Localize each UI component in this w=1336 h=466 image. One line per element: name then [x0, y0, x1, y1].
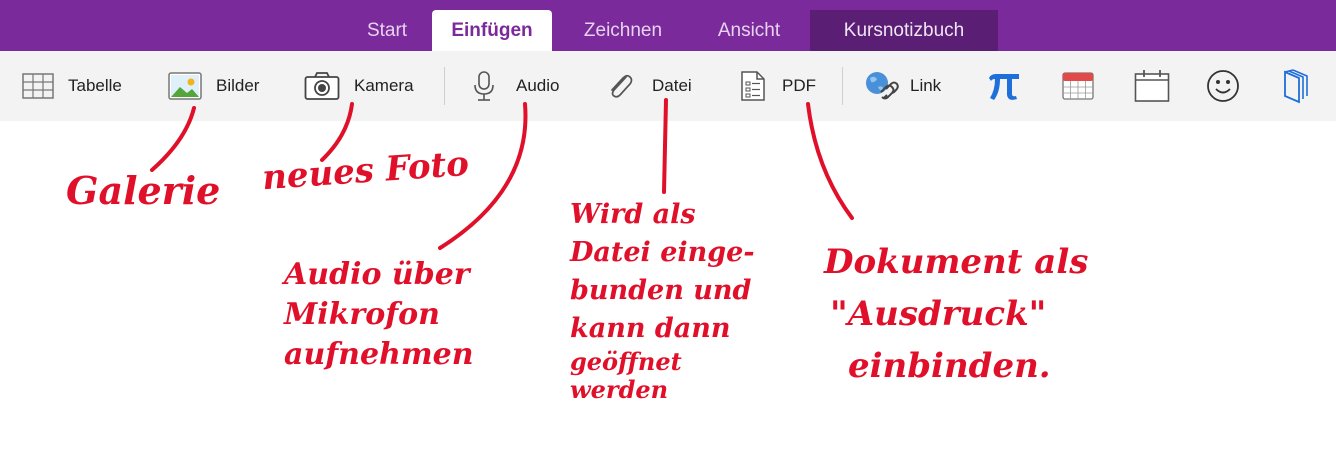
annotation-datei: Wird als Datei einge- bunden und kann da… [570, 199, 755, 404]
annotation-pdf: Dokument als "Ausdruck" einbinden. [824, 242, 1089, 386]
arrow-pdf [806, 102, 854, 220]
annotation-audio: Audio über Mikrofon aufnehmen [284, 257, 474, 372]
annotation-galerie: Galerie [66, 168, 221, 213]
arrow-galerie [150, 106, 196, 172]
arrow-datei [662, 98, 668, 194]
